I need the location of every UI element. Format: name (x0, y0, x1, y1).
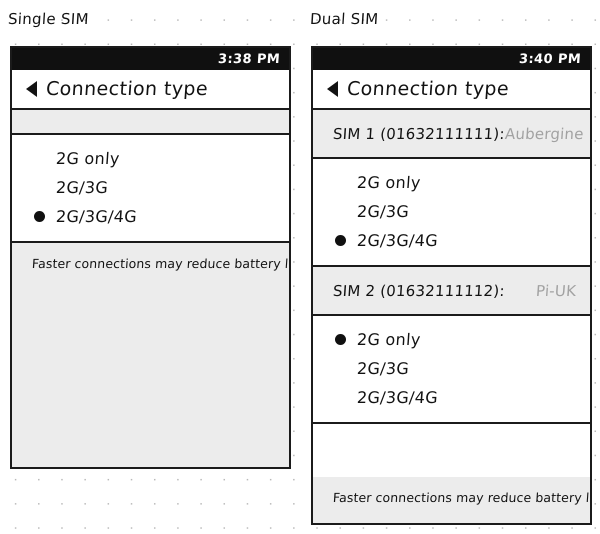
radio-option-label: 2G/3G/4G (356, 231, 439, 250)
sim-1-label: SIM 1 (01632111111): (332, 124, 506, 143)
back-arrow-icon[interactable] (327, 81, 338, 97)
radio-indicator (335, 206, 346, 217)
sim-1-carrier-name: Aubergine (504, 124, 584, 143)
sim-1-radio-option-2g-only[interactable]: 2G only (313, 168, 590, 197)
sim-2-radio-option-2g-only[interactable]: 2G only (313, 325, 590, 354)
sim-2-radio-option-2g-3g[interactable]: 2G/3G (313, 354, 590, 383)
radio-indicator-selected (34, 211, 45, 222)
radio-option-label: 2G/3G/4G (356, 388, 439, 407)
radio-indicator (335, 363, 346, 374)
radio-indicator (335, 392, 346, 403)
caption-dual-sim: Dual SIM (309, 10, 380, 28)
radio-option-label: 2G/3G (356, 359, 410, 378)
radio-option-2g-3g[interactable]: 2G/3G (12, 173, 289, 202)
footer-note-area: Faster connections may reduce battery li… (12, 243, 289, 467)
back-arrow-icon[interactable] (26, 81, 37, 97)
footer-note-text: Faster connections may reduce battery li… (31, 256, 291, 271)
connection-type-radio-group: 2G only 2G/3G 2G/3G/4G (12, 135, 289, 243)
section-spacer (12, 110, 289, 135)
radio-indicator-selected (335, 334, 346, 345)
dual-sim-phone-mockup: 3:40 PM Connection type SIM 1 (016321111… (311, 46, 592, 525)
status-bar: 3:40 PM (313, 48, 590, 70)
sim-1-radio-option-2g-3g-4g[interactable]: 2G/3G/4G (313, 226, 590, 255)
radio-indicator (34, 182, 45, 193)
footer-note-area: Faster connections may reduce battery li… (313, 477, 590, 523)
radio-indicator (34, 153, 45, 164)
caption-single-sim: Single SIM (7, 10, 90, 28)
sim-2-carrier-name: Pi-UK (535, 281, 577, 300)
sim-2-radio-option-2g-3g-4g[interactable]: 2G/3G/4G (313, 383, 590, 412)
radio-indicator (335, 177, 346, 188)
status-time: 3:40 PM (518, 51, 582, 67)
sim-2-label: SIM 2 (01632111112): (332, 281, 506, 300)
sim-1-connection-type-radio-group: 2G only 2G/3G 2G/3G/4G (313, 159, 590, 267)
radio-option-label: 2G/3G/4G (55, 207, 138, 226)
title-bar: Connection type (12, 70, 289, 110)
sim-2-connection-type-radio-group: 2G only 2G/3G 2G/3G/4G (313, 316, 590, 424)
radio-option-label: 2G only (356, 173, 422, 192)
single-sim-phone-mockup: 3:38 PM Connection type 2G only 2G/3G 2G… (10, 46, 291, 469)
radio-option-label: 2G/3G (55, 178, 109, 197)
footer-note-text: Faster connections may reduce battery li… (332, 490, 592, 505)
sim-1-header-row[interactable]: SIM 1 (01632111111): Aubergine (313, 110, 590, 159)
radio-option-label: 2G only (356, 330, 422, 349)
radio-option-label: 2G only (55, 149, 121, 168)
sim-2-header-row[interactable]: SIM 2 (01632111112): Pi-UK (313, 267, 590, 316)
status-bar: 3:38 PM (12, 48, 289, 70)
radio-option-label: 2G/3G (356, 202, 410, 221)
radio-option-2g-only[interactable]: 2G only (12, 144, 289, 173)
radio-option-2g-3g-4g[interactable]: 2G/3G/4G (12, 202, 289, 231)
status-time: 3:38 PM (217, 51, 281, 67)
page-title: Connection type (45, 78, 209, 100)
sim-1-radio-option-2g-3g[interactable]: 2G/3G (313, 197, 590, 226)
panel-filler (313, 424, 590, 477)
title-bar: Connection type (313, 70, 590, 110)
radio-indicator-selected (335, 235, 346, 246)
page-title: Connection type (346, 78, 510, 100)
